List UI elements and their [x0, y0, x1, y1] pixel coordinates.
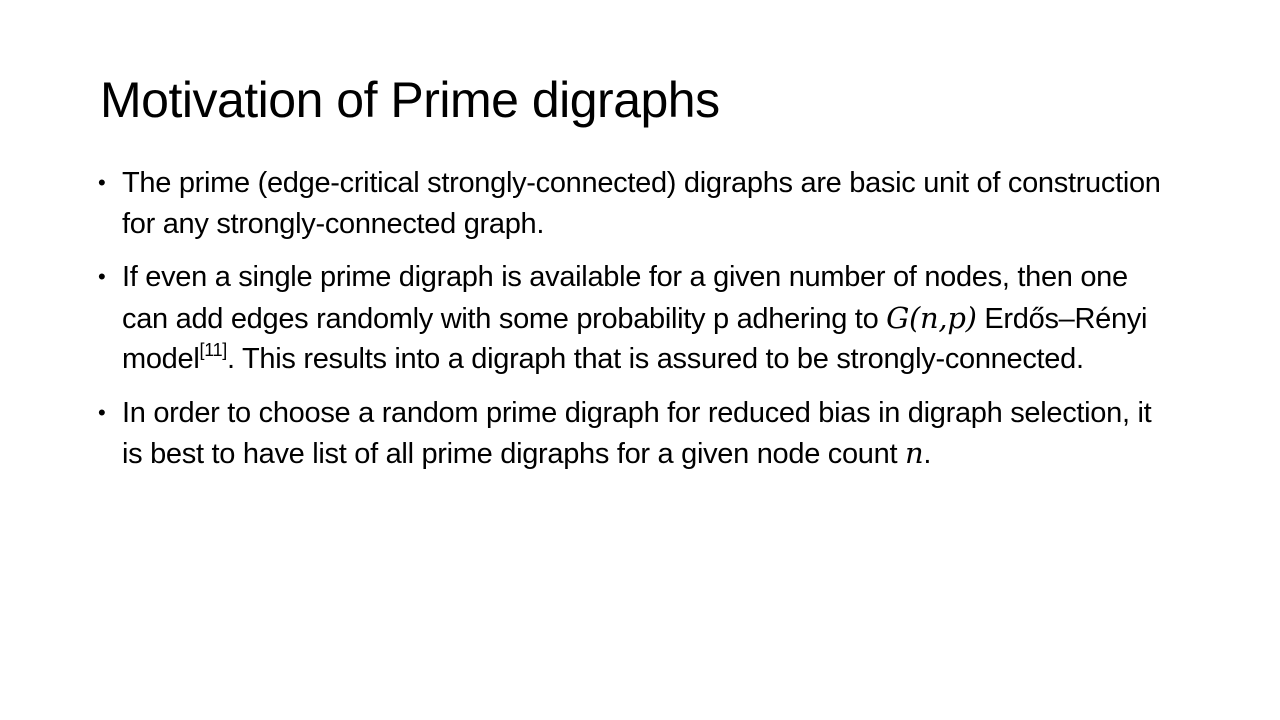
- math-expression: G(n,p): [886, 300, 977, 335]
- slide-title: Motivation of Prime digraphs: [100, 72, 720, 128]
- math-expression: n: [904, 436, 924, 470]
- bullet-icon: •: [98, 170, 106, 195]
- citation-reference: [11]: [199, 340, 228, 360]
- bullet-item: • If even a single prime digraph is avai…: [98, 257, 1178, 380]
- bullet-text: . This results into a digraph that is as…: [227, 343, 1084, 375]
- bullet-text: .: [923, 438, 932, 470]
- bullet-icon: •: [98, 399, 106, 425]
- bullet-list: • The prime (edge-critical strongly-conn…: [98, 163, 1178, 488]
- bullet-text: The prime (edge-critical strongly-connec…: [122, 167, 1161, 240]
- bullet-item: • In order to choose a random prime digr…: [98, 393, 1178, 475]
- bullet-item: • The prime (edge-critical strongly-conn…: [98, 163, 1178, 244]
- slide: Motivation of Prime digraphs • The prime…: [0, 0, 1280, 720]
- bullet-text: In order to choose a random prime digrap…: [122, 396, 1152, 471]
- bullet-icon: •: [98, 264, 106, 289]
